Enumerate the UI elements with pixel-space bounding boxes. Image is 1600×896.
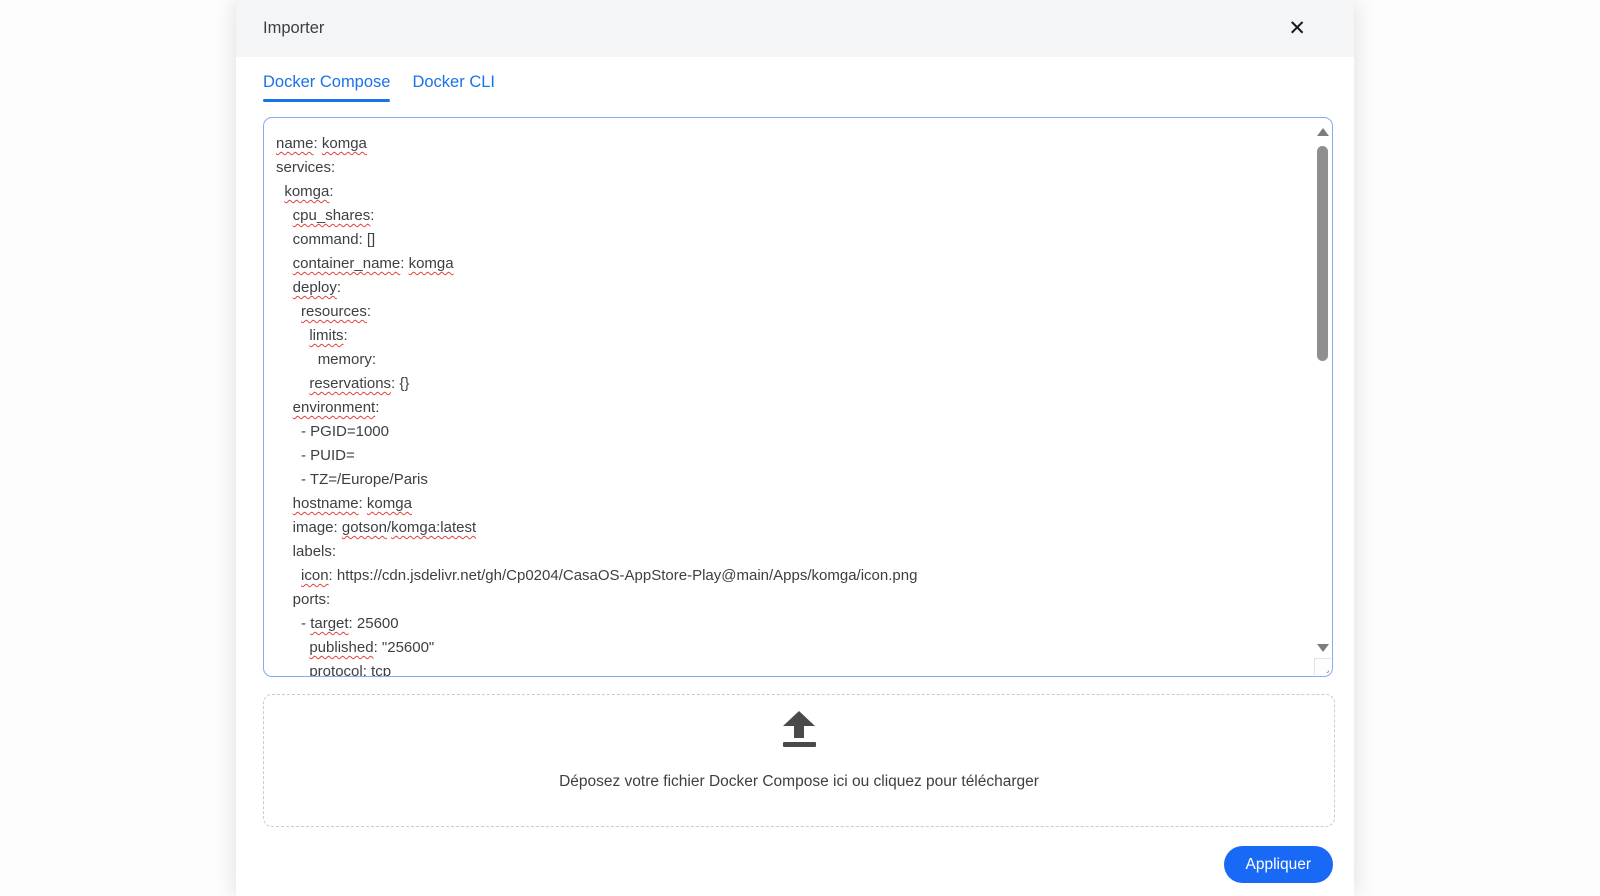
tab-docker-compose[interactable]: Docker Compose (263, 73, 390, 104)
misspelled-word: komga (367, 495, 412, 512)
code-line: published: "25600" (276, 636, 1310, 660)
code-line: memory: (276, 348, 1310, 372)
tab-docker-cli[interactable]: Docker CLI (412, 73, 495, 104)
misspelled-word: gotson (342, 519, 387, 536)
file-dropzone[interactable]: Déposez votre fichier Docker Compose ici… (263, 694, 1335, 827)
code-line: reservations: {} (276, 372, 1310, 396)
misspelled-word: komga:latest (391, 519, 476, 536)
misspelled-word: hostname (293, 495, 359, 512)
scroll-down-icon[interactable] (1317, 644, 1329, 652)
code-line: deploy: (276, 276, 1310, 300)
modal-footer: Appliquer (236, 827, 1354, 883)
code-line: limits: (276, 324, 1310, 348)
misspelled-word: icon (301, 567, 329, 584)
code-line: services: (276, 156, 1310, 180)
compose-editor-content: name: komgaservices: komga: cpu_shares: … (276, 132, 1310, 676)
editor-scrollbar[interactable] (1316, 122, 1329, 654)
code-line: komga: (276, 180, 1310, 204)
code-line: - TZ=/Europe/Paris (276, 468, 1310, 492)
misspelled-word: cpu_shares (293, 207, 371, 224)
upload-icon (782, 711, 816, 747)
modal-title: Importer (263, 19, 324, 38)
editor-wrap: name: komgaservices: komga: cpu_shares: … (236, 104, 1354, 677)
resize-grip-icon[interactable] (1318, 662, 1329, 673)
scroll-up-icon[interactable] (1317, 128, 1329, 136)
misspelled-word: reservations (309, 375, 391, 392)
misspelled-word: komga (284, 183, 329, 200)
code-line: icon: https://cdn.jsdelivr.net/gh/Cp0204… (276, 564, 1310, 588)
page-backdrop: Importer ✕ Docker Compose Docker CLI name… (0, 0, 1600, 896)
modal-header: Importer ✕ (236, 0, 1354, 57)
misspelled-word: limits (309, 327, 343, 344)
misspelled-word: name (276, 135, 314, 152)
misspelled-word: target (310, 615, 348, 632)
code-line: - PGID=1000 (276, 420, 1310, 444)
code-line: - PUID= (276, 444, 1310, 468)
misspelled-word: deploy (293, 279, 337, 296)
misspelled-word: environment (293, 399, 376, 416)
close-icon[interactable]: ✕ (1288, 18, 1306, 39)
code-line: command: [] (276, 228, 1310, 252)
misspelled-word: protocol (309, 663, 362, 676)
misspelled-word: komga (409, 255, 454, 272)
apply-button[interactable]: Appliquer (1224, 846, 1334, 883)
code-line: environment: (276, 396, 1310, 420)
code-line: ports: (276, 588, 1310, 612)
tab-label: Docker CLI (412, 73, 495, 91)
tab-label: Docker Compose (263, 73, 390, 91)
dropzone-wrap: Déposez votre fichier Docker Compose ici… (236, 677, 1354, 827)
scrollbar-thumb[interactable] (1317, 146, 1328, 361)
code-line: cpu_shares: (276, 204, 1310, 228)
misspelled-word: published (309, 639, 373, 656)
code-line: resources: (276, 300, 1310, 324)
code-line: name: komga (276, 132, 1310, 156)
misspelled-word: resources (301, 303, 367, 320)
misspelled-word: komga (322, 135, 367, 152)
misspelled-word: container_name (293, 255, 401, 272)
code-line: hostname: komga (276, 492, 1310, 516)
code-line: - target: 25600 (276, 612, 1310, 636)
import-modal: Importer ✕ Docker Compose Docker CLI name… (236, 0, 1354, 896)
compose-editor[interactable]: name: komgaservices: komga: cpu_shares: … (263, 117, 1333, 677)
dropzone-label: Déposez votre fichier Docker Compose ici… (559, 773, 1039, 791)
tab-bar: Docker Compose Docker CLI (236, 57, 1354, 104)
code-line: image: gotson/komga:latest (276, 516, 1310, 540)
code-line: labels: (276, 540, 1310, 564)
code-line: container_name: komga (276, 252, 1310, 276)
active-tab-underline (263, 99, 390, 102)
resize-corner (1314, 658, 1331, 675)
code-line: protocol: tcp (276, 660, 1310, 676)
